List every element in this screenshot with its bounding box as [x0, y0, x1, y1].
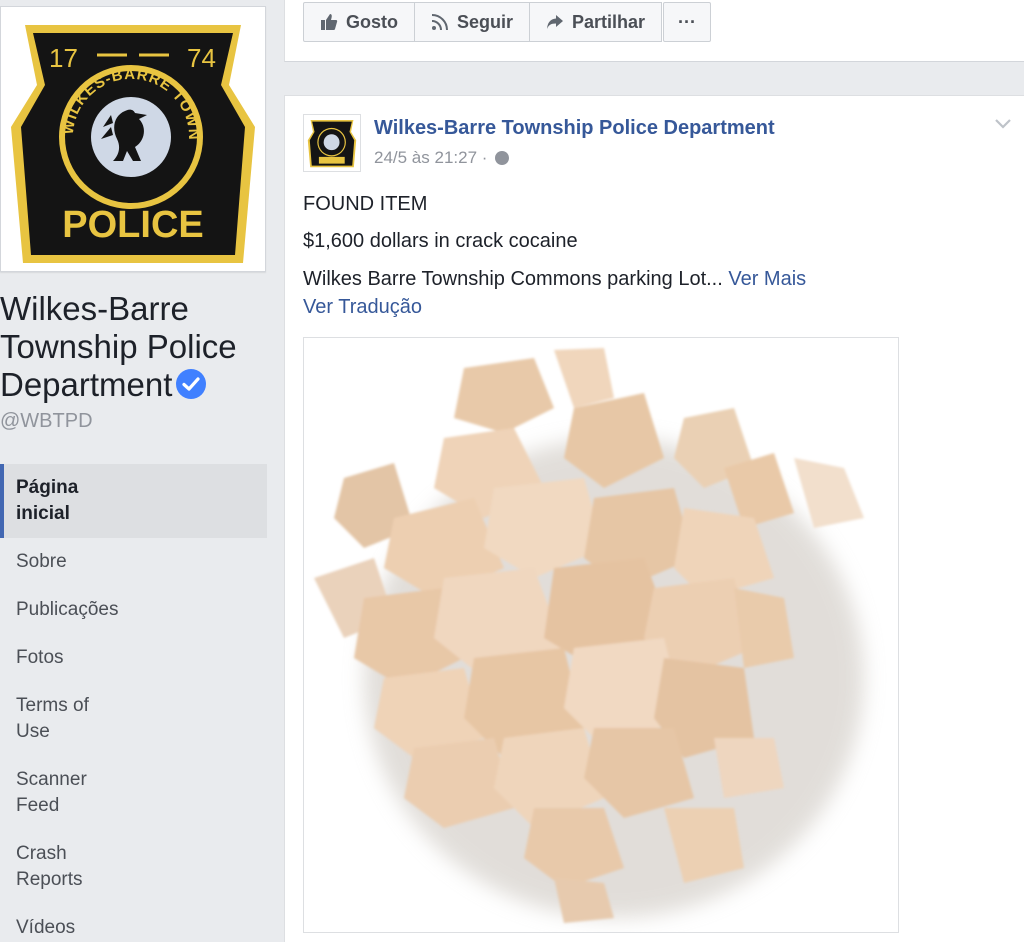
- badge-year-left: 17: [49, 43, 78, 73]
- page-title: Wilkes-Barre Township Police Department: [0, 290, 280, 404]
- verified-badge-icon: [176, 369, 207, 399]
- nav-item-terms-of-use[interactable]: Terms of Use: [0, 682, 267, 756]
- post-line-heading: FOUND ITEM: [303, 193, 428, 215]
- post-line-location: Wilkes Barre Township Commons parking Lo…: [303, 268, 806, 291]
- like-button[interactable]: Gosto: [303, 2, 415, 42]
- rss-follow-icon: [431, 14, 448, 31]
- post-timestamp[interactable]: 24/5 às 21:27 ·: [374, 148, 487, 168]
- more-options-icon: ···: [678, 11, 697, 32]
- nav-item-label: Vídeos: [16, 917, 76, 938]
- share-arrow-icon: [547, 15, 564, 29]
- nav-item-label: Terms of Use: [16, 695, 89, 742]
- profile-picture[interactable]: 17 74 WILKES-BARRE TOWNSHIP POLICE: [0, 6, 266, 272]
- badge-word: POLICE: [62, 204, 203, 246]
- nav-item-about[interactable]: Sobre: [0, 538, 267, 586]
- follow-button[interactable]: Seguir: [414, 2, 531, 42]
- share-label: Partilhar: [572, 11, 646, 32]
- left-column: 17 74 WILKES-BARRE TOWNSHIP POLICE Wilke…: [0, 0, 284, 942]
- nav-item-label: Sobre: [16, 551, 67, 572]
- nav-item-crash-reports[interactable]: Crash Reports: [0, 830, 267, 904]
- badge-year-right: 74: [187, 43, 216, 73]
- post-author-link[interactable]: Wilkes-Barre Township Police Department: [374, 117, 775, 140]
- post-line-location-text: Wilkes Barre Township Commons parking Lo…: [303, 268, 723, 290]
- page-nav: Página inicial Sobre Publicações Fotos T…: [0, 464, 267, 942]
- post-meta: 24/5 às 21:27 ·: [374, 148, 510, 168]
- page-handle[interactable]: @WBTPD: [0, 410, 93, 433]
- nav-item-scanner-feed[interactable]: Scanner Feed: [0, 756, 267, 830]
- nav-item-photos[interactable]: Fotos: [0, 634, 267, 682]
- nav-item-label: Scanner Feed: [16, 769, 87, 816]
- post-card: Wilkes-Barre Township Police Department …: [284, 95, 1024, 942]
- crack-cocaine-photo: [314, 348, 864, 923]
- nav-item-label: Página inicial: [16, 477, 79, 524]
- page-action-bar: Gosto Seguir Partilhar ···: [284, 0, 1024, 62]
- nav-item-label: Publicações: [16, 599, 119, 620]
- police-badge-avatar-icon: [307, 119, 357, 168]
- post-photo[interactable]: [303, 337, 899, 933]
- thumbs-up-icon: [321, 14, 338, 30]
- police-badge-logo: 17 74 WILKES-BARRE TOWNSHIP POLICE: [7, 15, 255, 263]
- nav-item-label: Crash Reports: [16, 843, 83, 890]
- share-button[interactable]: Partilhar: [529, 2, 663, 42]
- post-avatar[interactable]: [303, 114, 361, 172]
- nav-item-home[interactable]: Página inicial: [0, 464, 267, 538]
- follow-label: Seguir: [457, 11, 514, 32]
- see-translation-link[interactable]: Ver Tradução: [303, 296, 422, 319]
- chevron-down-icon[interactable]: [994, 118, 1012, 130]
- nav-item-posts[interactable]: Publicações: [0, 586, 267, 634]
- see-more-link[interactable]: Ver Mais: [728, 268, 806, 290]
- globe-icon: [495, 151, 510, 165]
- nav-item-label: Fotos: [16, 647, 64, 668]
- nav-item-videos[interactable]: Vídeos: [0, 904, 267, 942]
- more-options-button[interactable]: ···: [663, 2, 712, 42]
- post-line-amount: $1,600 dollars in crack cocaine: [303, 230, 578, 252]
- like-label: Gosto: [346, 11, 398, 32]
